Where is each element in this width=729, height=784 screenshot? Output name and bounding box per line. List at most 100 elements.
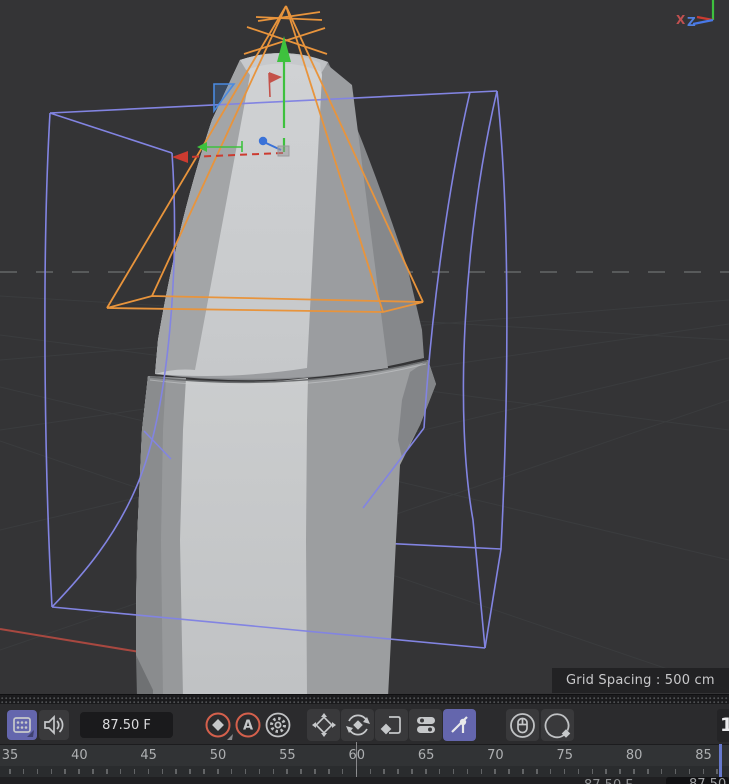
axis-z-label: Z (687, 15, 696, 29)
film-frame-button[interactable] (7, 710, 37, 740)
frame-tick (341, 769, 344, 774)
frame-tick (466, 769, 469, 774)
frame-tick (189, 769, 191, 774)
frame-tick (425, 769, 427, 774)
current-frame-value: 87.50 F (102, 717, 151, 733)
grid-spacing-badge: Grid Spacing : 500 cm (552, 668, 729, 693)
frame-tick (9, 769, 11, 774)
viewport-canvas[interactable]: X Z (0, 0, 729, 694)
frame-tick (522, 769, 524, 774)
key-pla-toggle[interactable] (443, 709, 476, 741)
frame-tick (549, 769, 552, 774)
frame-tick (660, 769, 663, 774)
cappuccino-button[interactable] (506, 709, 539, 741)
gear-icon (265, 712, 291, 738)
grid-spacing-label: Grid Spacing : 500 cm (566, 673, 715, 688)
film-frame-icon (13, 717, 34, 737)
frame-tick (438, 769, 441, 774)
frame-tick (536, 769, 538, 774)
frame-tick (688, 769, 691, 774)
frame-tick (286, 769, 288, 774)
frame-tick (175, 769, 177, 774)
key-rotation-toggle[interactable] (341, 709, 374, 741)
ruler-frame-label: 70 (487, 748, 504, 763)
footer-frame-field[interactable]: 87.50 F (666, 777, 729, 784)
frame-tick (64, 769, 66, 774)
frame-tick (244, 769, 247, 774)
timeline-ticks[interactable] (0, 766, 729, 777)
keyframe-settings-button[interactable] (263, 710, 293, 740)
key-parameter-toggle[interactable] (409, 709, 442, 741)
sound-button[interactable] (39, 710, 69, 740)
frame-tick (633, 769, 635, 774)
ruler-frame-label: 75 (556, 748, 574, 763)
timeline-ruler[interactable]: 3540455055606570758085 (0, 744, 729, 766)
autokey-a-icon: A (235, 712, 261, 738)
axis-x-label: X (676, 13, 686, 27)
frame-tick (272, 769, 275, 774)
frame-tick (452, 769, 455, 774)
key-position-toggle[interactable] (307, 709, 340, 741)
frame-tick (494, 769, 496, 774)
frame-tick (258, 769, 261, 774)
record-keyframe-button[interactable] (203, 710, 233, 740)
application-window: X Z Grid Spacing : 500 cm 87.50 F A 1 35… (0, 0, 729, 784)
frame-tick (119, 769, 122, 774)
frame-tick (508, 769, 510, 774)
autokey-button[interactable]: A (233, 710, 263, 740)
frame-tick (591, 769, 594, 774)
frame-tick (92, 769, 94, 774)
parameter-pills-icon (416, 717, 435, 733)
frame-tick (36, 769, 39, 774)
animation-toolbar: 87.50 F A 1 (0, 704, 729, 744)
frame-tick (619, 769, 621, 774)
ruler-frame-label: 80 (625, 748, 643, 763)
frame-tick (702, 769, 704, 774)
gizmo-center[interactable] (277, 145, 290, 157)
frame-tick (314, 769, 316, 774)
frame-tick (300, 769, 302, 774)
scale-square-icon (380, 716, 401, 735)
frame-tick (161, 769, 164, 774)
ruler-frame-label: 55 (279, 748, 296, 763)
pla-crossed-pin-icon (450, 716, 468, 733)
frame-tick (411, 769, 413, 774)
record-diamond-icon (205, 712, 233, 740)
timeline-footer: 87.50 F 87.50 F (0, 777, 729, 784)
position-diamond-icon (311, 713, 336, 737)
frame-tick (369, 769, 372, 774)
frame-tick (106, 769, 108, 774)
arc-diamond-icon (544, 712, 571, 738)
viewport-3d[interactable]: X Z Grid Spacing : 500 cm (0, 0, 729, 694)
autokey-mode-button[interactable] (541, 709, 574, 741)
current-frame-field[interactable]: 87.50 F (80, 712, 173, 738)
frame-tick (217, 769, 219, 774)
toolbar-grip (0, 694, 729, 704)
svg-text:A: A (243, 719, 253, 734)
frame-tick (563, 769, 566, 774)
frame-tick (397, 769, 399, 774)
ruler-frame-label: 50 (209, 748, 227, 763)
frame-marker (356, 742, 357, 777)
frame-tick (50, 769, 53, 774)
ruler-frame-label: 65 (417, 748, 435, 763)
mouse-icon (510, 712, 535, 738)
frame-tick (716, 769, 718, 774)
frame-tick (328, 769, 330, 774)
ruler-frame-label: 85 (695, 748, 712, 763)
frame-tick (674, 769, 677, 774)
frame-tick (480, 769, 483, 774)
frame-tick (133, 769, 136, 774)
frame-tick (383, 769, 385, 774)
timeline-end-field-partial[interactable]: 1 (717, 709, 729, 742)
frame-tick (647, 769, 649, 774)
key-scale-toggle[interactable] (375, 709, 408, 741)
frame-tick (147, 769, 150, 774)
frame-tick (78, 769, 80, 774)
rotation-arrows-icon (345, 714, 370, 736)
frame-tick (605, 769, 607, 774)
frame-tick (203, 769, 205, 774)
frame-tick (577, 769, 580, 774)
ruler-frame-label: 45 (140, 748, 157, 763)
speaker-icon (44, 714, 64, 736)
